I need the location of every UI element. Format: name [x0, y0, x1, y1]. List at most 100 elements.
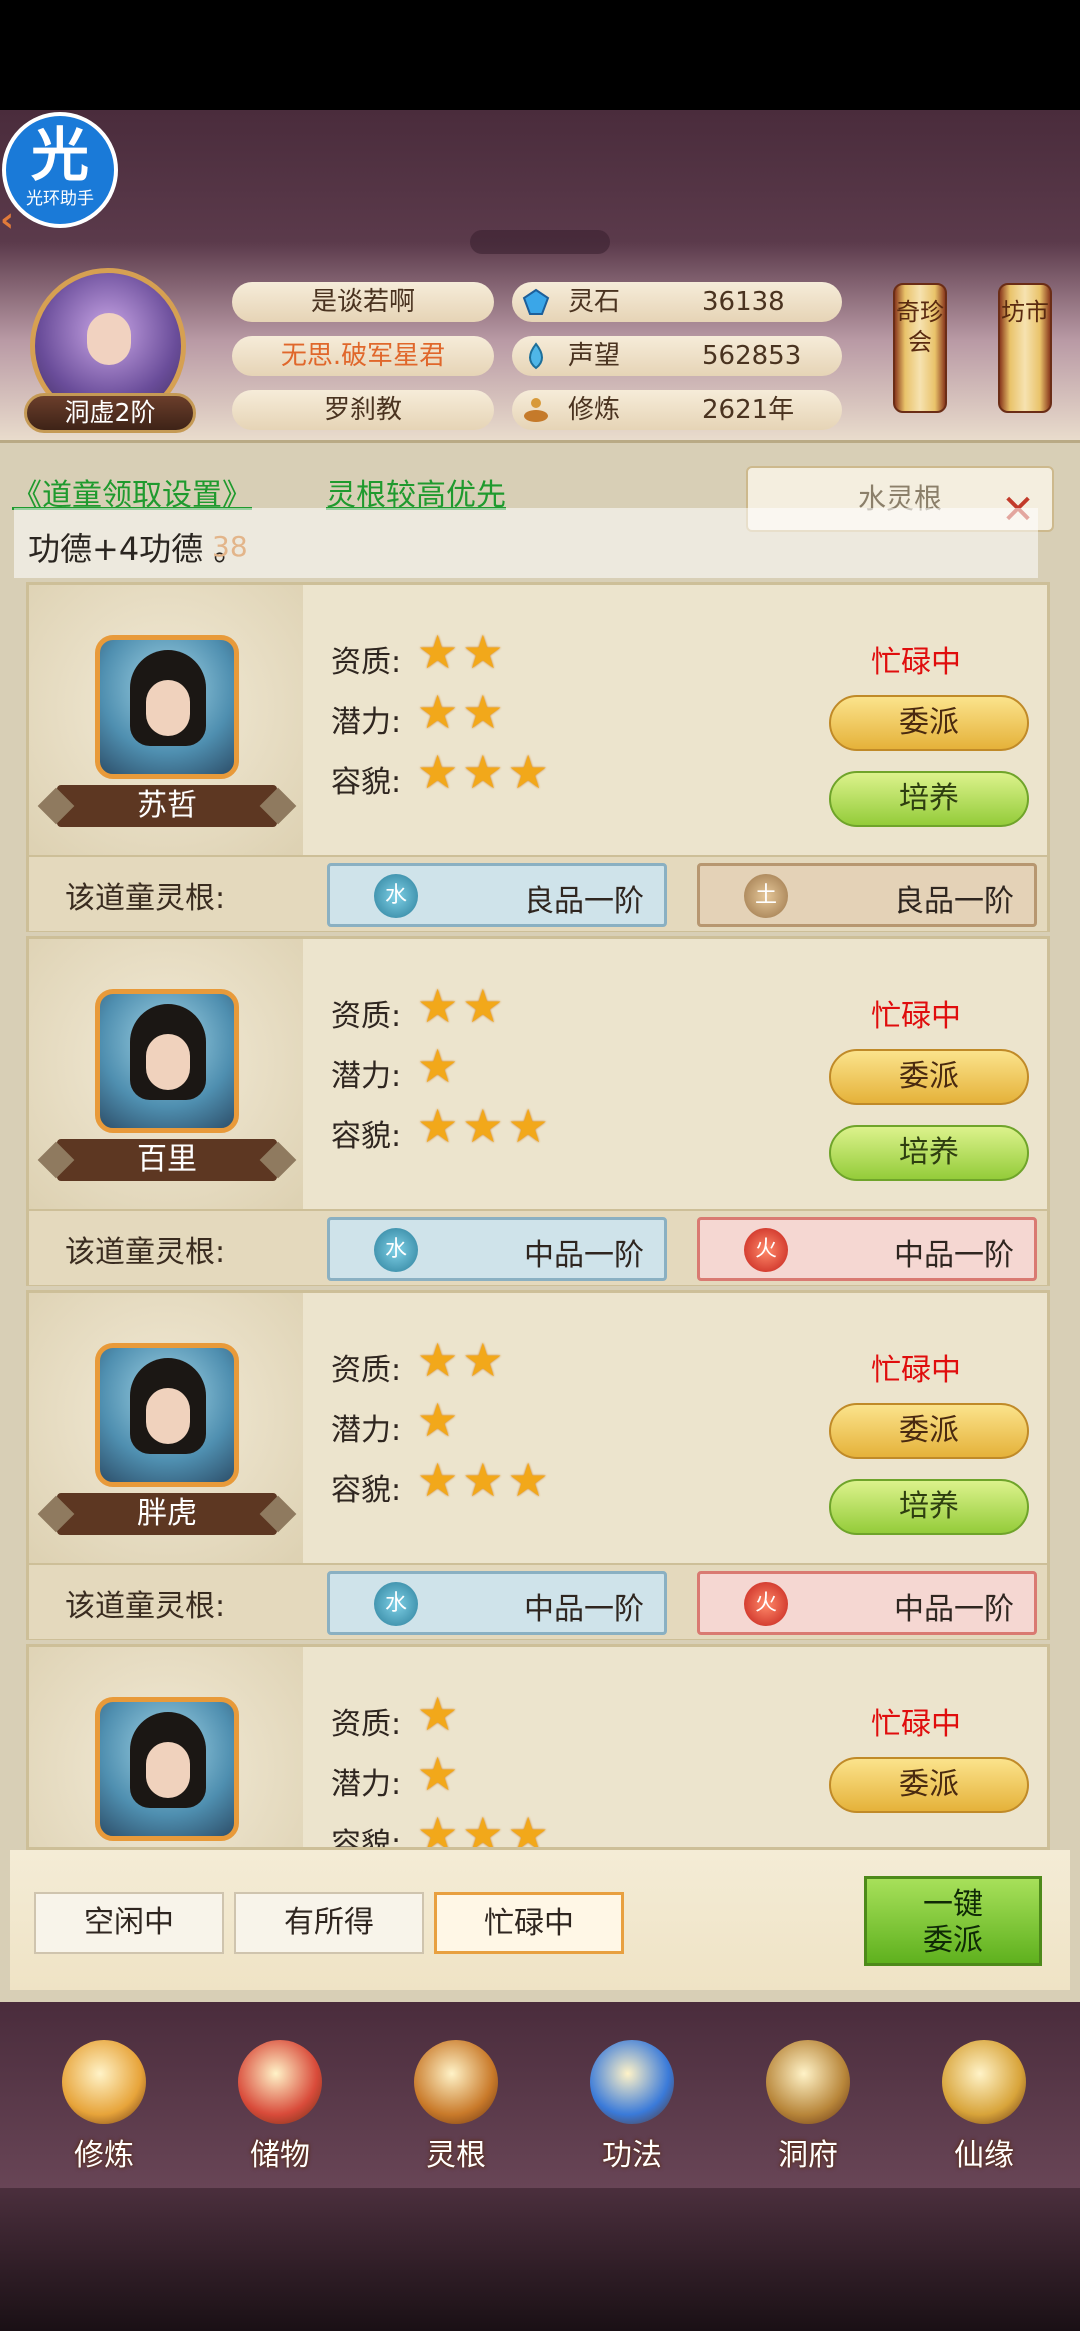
nav-cave-mansion[interactable]: 洞府: [748, 2040, 868, 2180]
disciple-portrait[interactable]: [95, 635, 239, 779]
stat-label: 灵石: [568, 287, 621, 317]
spirit-root-row: 该道童灵根: 水 中品一阶 火 中品一阶: [29, 1563, 1047, 1639]
quality-label: 资质:: [331, 1707, 402, 1742]
reputation-icon: [529, 342, 543, 370]
disciple-name: 胖虎: [57, 1493, 277, 1535]
potential-stars: ★: [417, 1039, 463, 1093]
stat-value: 562853: [702, 341, 802, 371]
frame-ornament: [470, 230, 610, 254]
nav-storage-bag[interactable]: 储物: [220, 2040, 340, 2180]
potential-label: 潜力:: [331, 705, 402, 740]
realm-rank-badge: 洞虚2阶: [24, 393, 196, 433]
disciple-portrait[interactable]: [95, 1697, 239, 1841]
filter-gain-tab[interactable]: 有所得: [234, 1892, 424, 1954]
portrait-face: [146, 680, 190, 736]
filter-idle-tab[interactable]: 空闲中: [34, 1892, 224, 1954]
disciple-portrait[interactable]: [95, 1343, 239, 1487]
player-name: 是谈若啊: [232, 282, 494, 322]
appearance-stars: ★★★: [417, 1099, 553, 1153]
assistant-logo-char: 光: [30, 121, 89, 189]
cultivation-icon: [524, 398, 548, 422]
spirit-root-fire: 火 中品一阶: [697, 1571, 1037, 1635]
nav-spirit-root[interactable]: 灵根: [396, 2040, 516, 2180]
nav-label: 灵根: [426, 2138, 486, 2173]
assign-button[interactable]: 委派: [829, 1757, 1029, 1813]
disciple-card: 资质: 潜力: 容貌: ★ ★ ★★★ 忙碌中 委派: [26, 1644, 1050, 1850]
one-click-assign-button[interactable]: 一键 委派: [864, 1876, 1042, 1966]
cultivation-hood-icon: [62, 2040, 146, 2124]
potential-stars: ★★: [417, 685, 508, 739]
spirit-root-fire: 火 中品一阶: [697, 1217, 1037, 1281]
portrait-face: [146, 1742, 190, 1798]
assign-button[interactable]: 委派: [829, 1403, 1029, 1459]
potential-label: 潜力:: [331, 1059, 402, 1094]
stat-reputation: 声望 562853: [512, 336, 842, 376]
card-info-area: [303, 1647, 1047, 1847]
appearance-stars: ★★★: [417, 745, 553, 799]
stat-spirit-stone: 灵石 36138: [512, 282, 842, 322]
spirit-root-label: 该道童灵根:: [65, 881, 226, 916]
market-button[interactable]: 坊市: [998, 283, 1052, 413]
technique-book-icon: [590, 2040, 674, 2124]
nav-label: 仙缘: [954, 2138, 1014, 2173]
spirit-root-label: 该道童灵根:: [65, 1235, 226, 1270]
disciple-name: 百里: [57, 1139, 277, 1181]
spirit-root-icon: [414, 2040, 498, 2124]
stat-label: 声望: [568, 341, 621, 371]
disciple-card: 胖虎 资质: 潜力: 容貌: ★★ ★ ★★★ 忙碌中 委派 培养 该道童灵根: 水中品一阶火中品一阶: [26, 1290, 1050, 1640]
potential-stars: ★: [417, 1393, 463, 1447]
root-grade: 中品一阶: [894, 1238, 1014, 1273]
quality-stars: ★★: [417, 1333, 508, 1387]
status-text: 忙碌中: [871, 645, 961, 680]
potential-label: 潜力:: [331, 1413, 402, 1448]
nav-label: 储物: [250, 2138, 310, 2173]
root-grade: 良品一阶: [524, 884, 644, 919]
train-button[interactable]: 培养: [829, 1125, 1029, 1181]
spirit-root-water: 水 良品一阶: [327, 863, 667, 927]
spirit-root-water: 水 中品一阶: [327, 1217, 667, 1281]
assign-button[interactable]: 委派: [829, 695, 1029, 751]
quality-stars: ★: [417, 1687, 463, 1741]
nav-cultivation-hood[interactable]: 修炼: [44, 2040, 164, 2180]
nav-technique-book[interactable]: 功法: [572, 2040, 692, 2180]
train-button[interactable]: 培养: [829, 771, 1029, 827]
player-title: 无思.破军星君: [232, 336, 494, 376]
status-text: 忙碌中: [871, 1353, 961, 1388]
bottom-strip: [0, 2188, 1080, 2331]
storage-bag-icon: [238, 2040, 322, 2124]
train-button[interactable]: 培养: [829, 1479, 1029, 1535]
root-grade: 中品一阶: [524, 1238, 644, 1273]
portrait-face: [146, 1388, 190, 1444]
assign-button[interactable]: 委派: [829, 1049, 1029, 1105]
earth-element-icon: 土: [744, 874, 788, 918]
disciple-name: 苏哲: [57, 785, 277, 827]
disciple-card: 苏哲 资质: 潜力: 容貌: ★★ ★★ ★★★ 忙碌中 委派 培养 该道童灵根: 水良品一阶土良品一…: [26, 582, 1050, 932]
quality-stars: ★★: [417, 625, 508, 679]
quality-stars: ★★: [417, 979, 508, 1033]
treasure-fair-button[interactable]: 奇珍会: [893, 283, 947, 413]
nav-gourd[interactable]: 仙缘: [924, 2040, 1044, 2180]
spirit-root-water: 水 中品一阶: [327, 1571, 667, 1635]
root-grade: 中品一阶: [894, 1592, 1014, 1627]
appearance-stars: ★★★: [417, 1807, 553, 1850]
gourd-icon: [942, 2040, 1026, 2124]
status-text: 忙碌中: [871, 1707, 961, 1742]
appearance-label: 容貌:: [331, 1827, 402, 1850]
appearance-stars: ★★★: [417, 1453, 553, 1507]
back-arrow-icon[interactable]: ‹: [0, 200, 30, 240]
spirit-stone-icon: [522, 288, 550, 315]
nav-label: 功法: [602, 2138, 662, 2173]
disciple-portrait[interactable]: [95, 989, 239, 1133]
cave-mansion-icon: [766, 2040, 850, 2124]
filter-busy-tab[interactable]: 忙碌中: [434, 1892, 624, 1954]
appearance-label: 容貌:: [331, 1473, 402, 1508]
stat-label: 修炼: [568, 395, 621, 425]
quality-label: 资质:: [331, 1353, 402, 1388]
spirit-root-label: 该道童灵根:: [65, 1589, 226, 1624]
potential-stars: ★: [417, 1747, 463, 1801]
quality-label: 资质:: [331, 645, 402, 680]
toast-number: 38: [212, 530, 248, 563]
appearance-label: 容貌:: [331, 1119, 402, 1154]
fire-element-icon: 火: [744, 1228, 788, 1272]
water-element-icon: 水: [374, 874, 418, 918]
